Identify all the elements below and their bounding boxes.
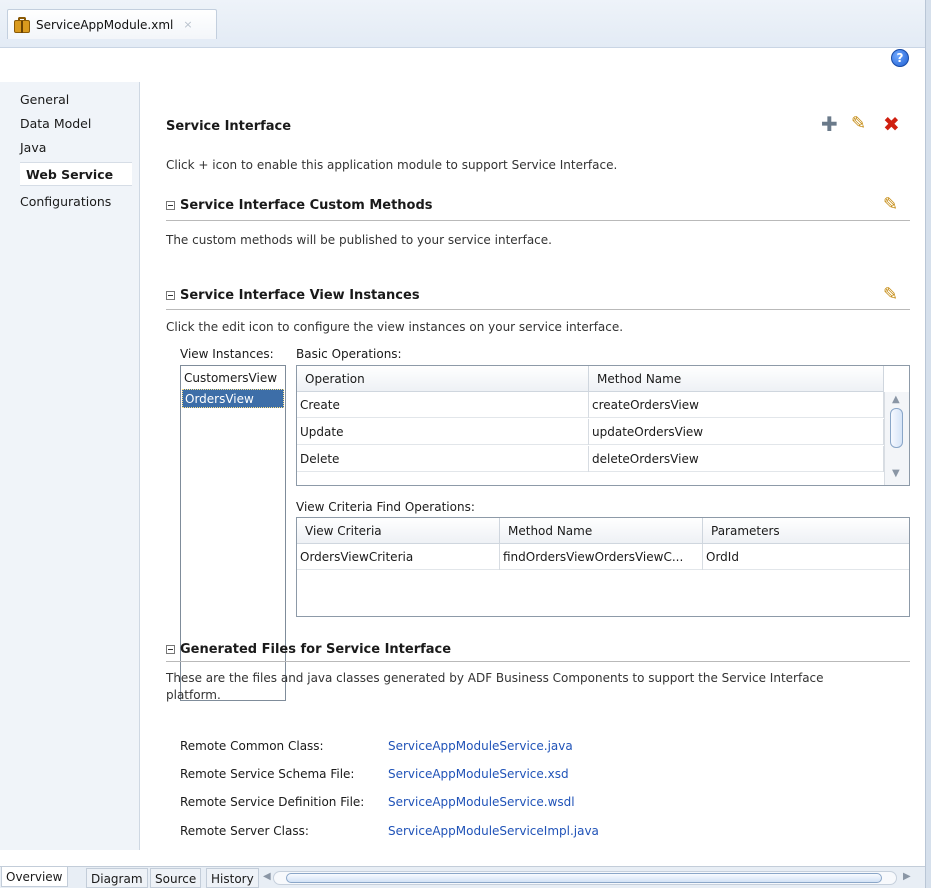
field-label: Remote Common Class: xyxy=(180,739,324,753)
generated-files-title: Generated Files for Service Interface xyxy=(180,642,452,657)
table-row-partial xyxy=(297,473,884,485)
tab-source[interactable]: Source xyxy=(150,868,202,888)
close-icon[interactable]: × xyxy=(183,18,192,31)
generated-files-description-line2: platform. xyxy=(166,688,221,702)
view-instances-title: Service Interface View Instances xyxy=(180,288,420,303)
pencil-icon[interactable]: ✎ xyxy=(883,194,898,215)
column-header[interactable]: Method Name xyxy=(589,366,884,392)
generated-files-description-line1: These are the files and java classes gen… xyxy=(166,671,824,685)
table-cell: createOrdersView xyxy=(589,392,884,418)
service-interface-description: Click + icon to enable this application … xyxy=(166,158,618,172)
basic-operations-label: Basic Operations: xyxy=(296,347,402,361)
right-edge-panel xyxy=(925,0,931,888)
file-link[interactable]: ServiceAppModuleService.xsd xyxy=(388,767,569,781)
custom-methods-description: The custom methods will be published to … xyxy=(166,233,552,247)
editor-bottom-tabs: Overview Diagram Source History ◀ ▶ xyxy=(0,866,925,888)
table-cell: Delete xyxy=(297,446,589,472)
table-header: Operation Method Name xyxy=(297,366,884,392)
column-header[interactable]: View Criteria xyxy=(297,518,500,544)
nav-item-data-model[interactable]: Data Model xyxy=(20,112,91,136)
scroll-up-icon[interactable]: ▲ xyxy=(892,394,900,405)
view-instances-label: View Instances: xyxy=(180,347,274,361)
file-link[interactable]: ServiceAppModuleService.wsdl xyxy=(388,795,575,809)
column-header[interactable]: Method Name xyxy=(500,518,703,544)
table-row[interactable]: Update updateOrdersView xyxy=(297,419,884,445)
horizontal-scrollbar[interactable] xyxy=(273,871,897,885)
help-icon[interactable]: ? xyxy=(891,49,909,67)
editor-tab-strip: ServiceAppModule.xml × xyxy=(0,0,931,48)
service-interface-title: Service Interface xyxy=(166,119,292,134)
basic-operations-table: Operation Method Name Create createOrder… xyxy=(296,365,910,486)
column-header[interactable]: Operation xyxy=(297,366,589,392)
divider xyxy=(166,220,910,221)
collapse-icon[interactable] xyxy=(166,291,175,300)
view-instances-description: Click the edit icon to configure the vie… xyxy=(166,320,624,334)
tab-history[interactable]: History xyxy=(206,868,259,888)
table-cell: OrdId xyxy=(706,550,739,564)
table-cell: Update xyxy=(297,419,589,445)
field-label: Remote Service Schema File: xyxy=(180,767,355,781)
plus-icon[interactable]: ✚ xyxy=(821,112,838,136)
view-criteria-label: View Criteria Find Operations: xyxy=(296,500,475,514)
delete-x-icon[interactable]: ✖ xyxy=(883,112,900,136)
scroll-left-icon[interactable]: ◀ xyxy=(263,871,271,882)
file-link[interactable]: ServiceAppModuleServiceImpl.java xyxy=(388,824,599,838)
tab-overview[interactable]: Overview xyxy=(1,867,68,887)
tab-diagram[interactable]: Diagram xyxy=(86,868,148,888)
field-label: Remote Service Definition File: xyxy=(180,795,365,809)
table-cell: Create xyxy=(297,392,589,418)
web-service-panel: Service Interface ✚ ✎ ✖ Click + icon to … xyxy=(141,82,925,850)
scroll-thumb[interactable] xyxy=(286,873,882,883)
scroll-right-icon[interactable]: ▶ xyxy=(903,871,911,882)
table-cell: deleteOrdersView xyxy=(589,446,884,472)
field-label: Remote Server Class: xyxy=(180,824,309,838)
scroll-thumb[interactable] xyxy=(890,408,903,448)
table-cell: OrdersViewCriteria xyxy=(297,544,500,570)
column-header[interactable]: Parameters xyxy=(703,518,909,544)
view-criteria-table: View Criteria Method Name Parameters Ord… xyxy=(296,517,910,617)
collapse-icon[interactable] xyxy=(166,201,175,210)
table-row[interactable]: OrdersViewCriteria findOrdersViewOrdersV… xyxy=(297,544,909,570)
list-item-selected[interactable]: OrdersView xyxy=(182,389,284,408)
table-row[interactable]: Create createOrdersView xyxy=(297,392,884,418)
file-tab[interactable]: ServiceAppModule.xml × xyxy=(7,9,217,39)
pencil-icon[interactable]: ✎ xyxy=(883,284,898,305)
overview-navigation: General Data Model Java Web Service Conf… xyxy=(0,82,140,850)
table-header: View Criteria Method Name Parameters xyxy=(297,518,909,544)
divider xyxy=(166,309,910,310)
file-tab-label: ServiceAppModule.xml xyxy=(36,17,174,32)
list-item[interactable]: CustomersView xyxy=(182,369,284,388)
divider xyxy=(166,661,910,662)
nav-item-general[interactable]: General xyxy=(20,88,69,112)
nav-item-web-service[interactable]: Web Service xyxy=(20,162,132,186)
file-link[interactable]: ServiceAppModuleService.java xyxy=(388,739,573,753)
nav-item-configurations[interactable]: Configurations xyxy=(20,190,111,214)
vertical-scrollbar[interactable]: ▲ ▼ xyxy=(884,392,909,485)
view-instances-header[interactable]: Service Interface View Instances xyxy=(166,288,420,303)
custom-methods-title: Service Interface Custom Methods xyxy=(180,198,433,213)
collapse-icon[interactable] xyxy=(166,645,175,654)
application-module-icon xyxy=(14,16,30,33)
table-row[interactable]: Delete deleteOrdersView xyxy=(297,446,884,472)
generated-files-header[interactable]: Generated Files for Service Interface xyxy=(166,642,451,657)
nav-item-java[interactable]: Java xyxy=(20,136,46,160)
custom-methods-header[interactable]: Service Interface Custom Methods xyxy=(166,198,433,213)
scroll-down-icon[interactable]: ▼ xyxy=(892,468,900,479)
table-cell: findOrdersViewOrdersViewC... xyxy=(500,544,703,570)
table-cell: updateOrdersView xyxy=(589,419,884,445)
pencil-icon[interactable]: ✎ xyxy=(851,113,866,134)
